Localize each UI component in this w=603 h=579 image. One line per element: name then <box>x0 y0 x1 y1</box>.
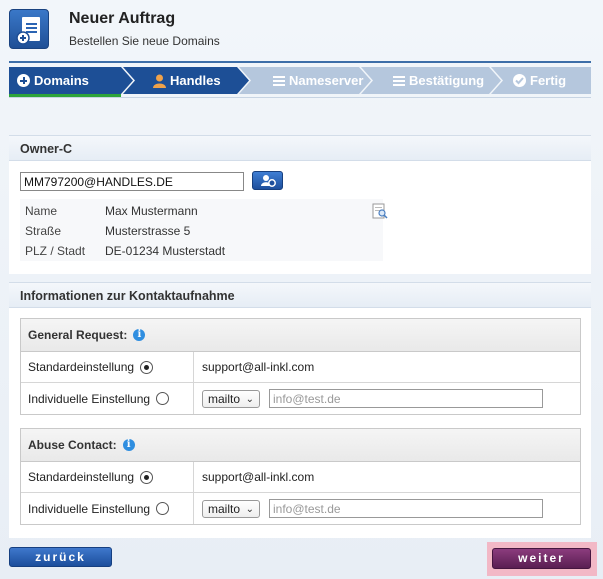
general-default-value: support@all-inkl.com <box>202 360 315 374</box>
owner-city-value: DE-01234 Musterstadt <box>105 244 226 258</box>
page-header: Neuer Auftrag Bestellen Sie neue Domains <box>0 0 603 64</box>
general-request-header: General Request: i <box>21 319 580 352</box>
owner-section-title: Owner-C <box>9 135 591 161</box>
general-protocol-value: mailto <box>208 391 241 406</box>
step-label: Fertig <box>530 73 567 88</box>
owner-name-label: Name <box>25 204 58 218</box>
general-custom-label: Individuelle Einstellung <box>28 391 151 406</box>
step-handles[interactable]: Handles <box>147 67 221 94</box>
header-divider <box>9 61 591 63</box>
abuse-default-label: Standardeinstellung <box>28 470 135 484</box>
page-subtitle: Bestellen Sie neue Domains <box>69 34 220 48</box>
general-custom-row: Individuelle Einstellung mailto ⌄ <box>21 383 580 414</box>
owner-panel: Owner-C Name Max Mustermann Straße Muste… <box>9 135 591 274</box>
chevron-down-icon: ⌄ <box>245 393 254 405</box>
chevron-down-icon: ⌄ <box>245 503 254 515</box>
step-label: Domains <box>34 73 89 88</box>
abuse-default-row: Standardeinstellung support@all-inkl.com <box>21 462 580 493</box>
check-circle-icon <box>513 74 526 87</box>
step-domains[interactable]: Domains <box>11 67 89 94</box>
general-request-title: General Request: <box>28 327 128 342</box>
owner-city-label: PLZ / Stadt <box>25 244 86 258</box>
step-label: Bestätigung <box>409 73 485 88</box>
owner-name-value: Max Mustermann <box>105 204 198 218</box>
owner-contact-details: Name Max Mustermann Straße Musterstrasse… <box>20 199 388 261</box>
wizard-steps: Domains Handles Nameserver Bestätigung F… <box>9 67 591 94</box>
document-search-icon[interactable] <box>372 203 388 219</box>
list-icon <box>393 75 405 86</box>
general-protocol-select[interactable]: mailto ⌄ <box>202 389 260 408</box>
list-icon <box>273 75 285 86</box>
general-email-input[interactable] <box>269 389 543 408</box>
abuse-custom-row: Individuelle Einstellung mailto ⌄ <box>21 493 580 524</box>
abuse-email-input[interactable] <box>269 499 543 518</box>
owner-street-label: Straße <box>25 224 62 238</box>
general-request-table: General Request: i Standardeinstellung s… <box>20 318 581 415</box>
abuse-custom-radio[interactable] <box>156 502 170 515</box>
abuse-default-radio[interactable] <box>140 470 154 484</box>
abuse-contact-title: Abuse Contact: <box>28 437 117 452</box>
abuse-custom-label: Individuelle Einstellung <box>28 501 151 516</box>
step-done[interactable]: Fertig <box>507 67 566 94</box>
abuse-contact-table: Abuse Contact: i Standardeinstellung sup… <box>20 428 581 525</box>
back-button[interactable]: zurück <box>9 547 112 567</box>
next-button-highlight: weiter <box>487 542 597 576</box>
next-button[interactable]: weiter <box>492 548 591 569</box>
owner-handle-input[interactable] <box>20 172 244 191</box>
step-label: Nameserver <box>289 73 364 88</box>
info-icon[interactable]: i <box>122 439 135 451</box>
contact-info-panel: Informationen zur Kontaktaufnahme Genera… <box>9 282 591 538</box>
general-default-row: Standardeinstellung support@all-inkl.com <box>21 352 580 383</box>
contact-section-title: Informationen zur Kontaktaufnahme <box>9 282 591 308</box>
new-order-icon <box>9 9 49 49</box>
person-icon <box>153 74 166 88</box>
step-label: Handles <box>170 73 221 88</box>
steps-divider <box>9 97 591 98</box>
abuse-protocol-value: mailto <box>208 501 241 516</box>
abuse-protocol-select[interactable]: mailto ⌄ <box>202 499 260 518</box>
general-default-radio[interactable] <box>140 360 154 374</box>
step-confirmation[interactable]: Bestätigung <box>387 67 484 94</box>
owner-street-value: Musterstrasse 5 <box>105 224 191 238</box>
contact-search-icon <box>261 175 276 187</box>
info-icon[interactable]: i <box>133 329 146 341</box>
plus-circle-icon <box>17 74 30 87</box>
general-custom-radio[interactable] <box>156 392 170 405</box>
page-title: Neuer Auftrag <box>69 10 176 27</box>
abuse-contact-header: Abuse Contact: i <box>21 429 580 462</box>
abuse-default-value: support@all-inkl.com <box>202 470 315 484</box>
handle-lookup-button[interactable] <box>252 171 283 190</box>
general-default-label: Standardeinstellung <box>28 360 135 374</box>
step-nameserver[interactable]: Nameserver <box>267 67 363 94</box>
